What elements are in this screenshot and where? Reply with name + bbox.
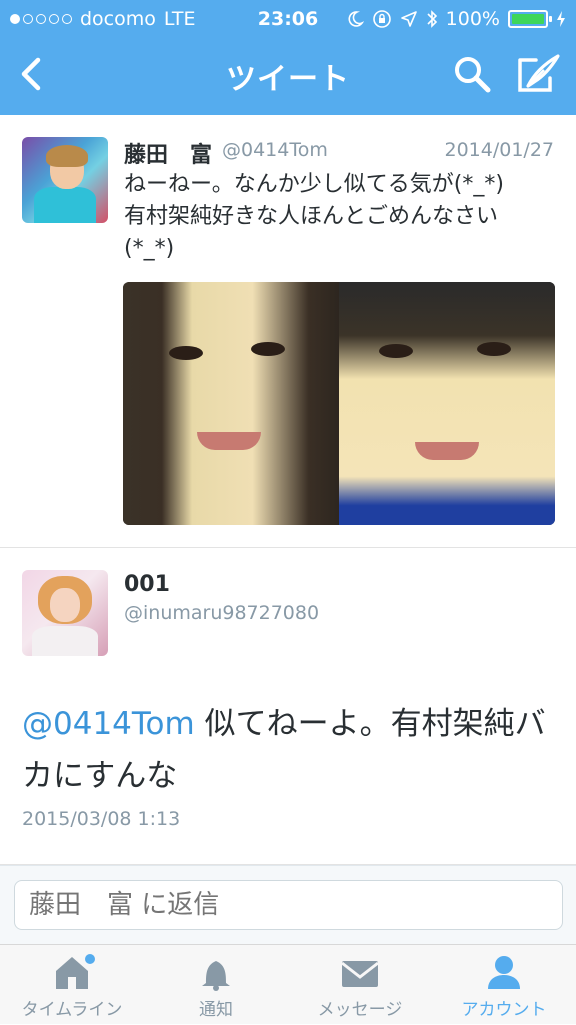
reply-tweet[interactable]: 001 @inumaru98727080 @0414Tom 似てねーよ。有村架純… (0, 548, 576, 865)
person-icon (488, 956, 520, 989)
tweet-author-handle[interactable]: @0414Tom (222, 139, 328, 161)
compose-icon[interactable] (514, 52, 562, 96)
tab-notifications[interactable]: 通知 (144, 945, 288, 1025)
tweet-author-name[interactable]: 藤田 富 (124, 137, 212, 169)
top-bar: docomo LTE 23:06 100% ツイート (0, 0, 576, 115)
original-tweet[interactable]: 藤田 富 @0414Tom 2014/01/27 ねーねー。なんか少し似てる気が… (0, 115, 576, 548)
reply-input[interactable] (14, 880, 563, 930)
photo-right-face (339, 282, 555, 525)
reply-author-name[interactable]: 001 (124, 572, 170, 597)
tweet-text-line: ねーねー。なんか少し似てる気が(*_*) (124, 172, 504, 197)
battery-icon (508, 10, 552, 28)
envelope-icon (341, 961, 379, 987)
tweet-detail: 藤田 富 @0414Tom 2014/01/27 ねーねー。なんか少し似てる気が… (0, 115, 576, 865)
photo-left-face (123, 282, 339, 525)
tweet-photo[interactable] (123, 282, 555, 525)
tab-label: 通知 (199, 1000, 233, 1020)
reply-timestamp: 2015/03/08 1:13 (22, 808, 181, 830)
tab-bar: タイムライン 通知 メッセージ アカウント (0, 944, 576, 1024)
rotation-lock-icon (372, 10, 391, 28)
avatar[interactable] (22, 137, 108, 223)
home-icon (56, 954, 95, 989)
nav-bar: ツイート (0, 40, 576, 115)
tab-label: タイムライン (21, 1000, 123, 1020)
tab-messages[interactable]: メッセージ (288, 945, 432, 1025)
bluetooth-icon (427, 10, 437, 28)
location-icon (400, 11, 417, 27)
search-icon[interactable] (450, 52, 494, 96)
moon-icon (348, 11, 364, 27)
tab-timeline[interactable]: タイムライン (0, 945, 144, 1025)
reply-author-handle[interactable]: @inumaru98727080 (124, 602, 319, 624)
reply-text: @0414Tom 似てねーよ。有村架純バカにすんな (22, 698, 552, 802)
tab-label: アカウント (461, 1000, 547, 1020)
status-right: 100% (346, 8, 566, 30)
status-bar: docomo LTE 23:06 100% (0, 0, 576, 38)
tab-account[interactable]: アカウント (432, 945, 576, 1025)
mention-link[interactable]: @0414Tom (22, 706, 195, 742)
tweet-text-line: 有村架純好きな人ほんとごめんなさい (124, 204, 499, 229)
bell-icon (202, 961, 230, 991)
avatar[interactable] (22, 570, 108, 656)
battery-percent: 100% (445, 8, 500, 30)
charging-icon (557, 11, 565, 27)
tweet-text-line: (*_*) (124, 236, 175, 261)
tweet-text: ねーねー。なんか少し似てる気が(*_*) 有村架純好きな人ほんとごめんなさい (… (124, 169, 564, 265)
tab-label: メッセージ (317, 1000, 403, 1020)
tweet-date: 2014/01/27 (444, 139, 554, 161)
reply-bar (0, 865, 576, 944)
